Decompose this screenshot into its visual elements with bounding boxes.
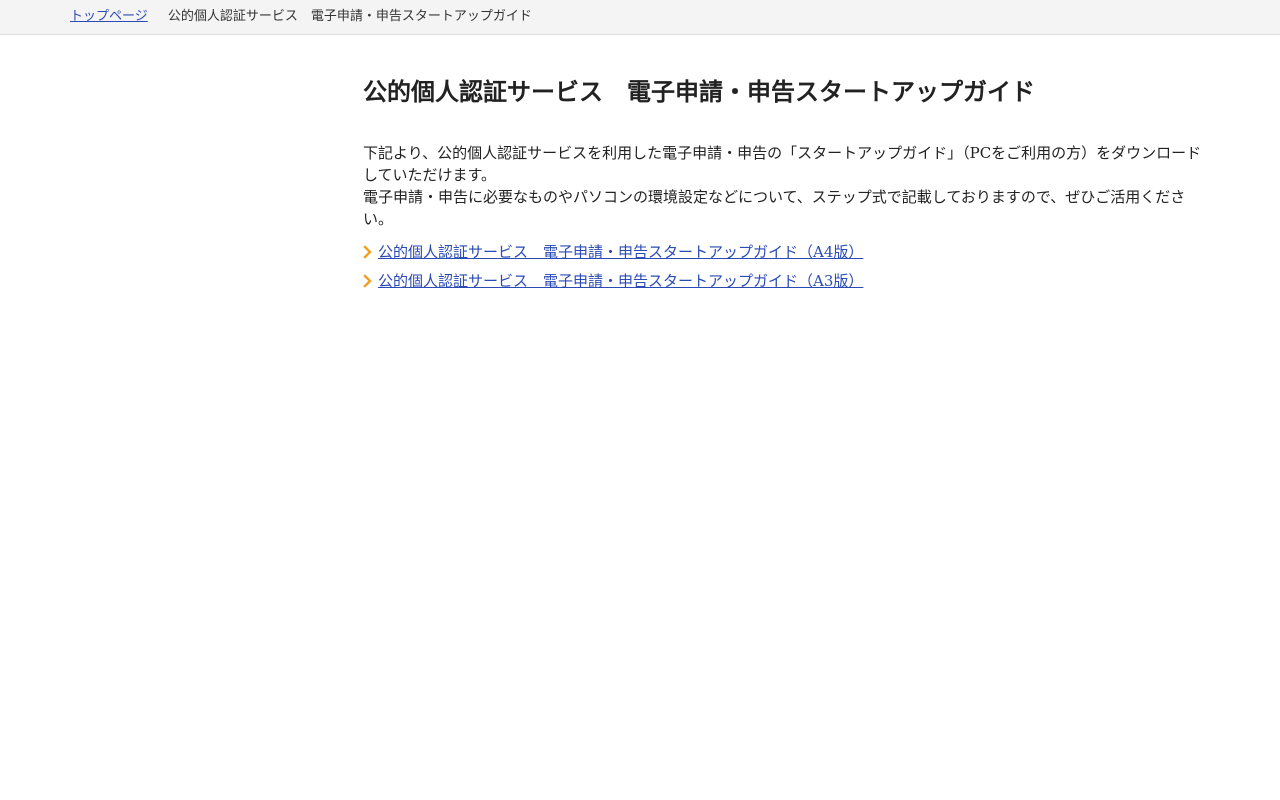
download-item-a3: 公的個人認証サービス 電子申請・申告スタートアップガイド（A3版） <box>363 271 1213 300</box>
chevron-right-icon <box>363 245 372 259</box>
breadcrumb-home-link[interactable]: トップページ <box>70 9 148 24</box>
breadcrumb-current: 公的個人認証サービス 電子申請・申告スタートアップガイド <box>167 9 532 24</box>
intro-text: 下記より、公的個人認証サービスを利用した電子申請・申告の「スタートアップガイド」… <box>363 142 1213 230</box>
download-link-a3[interactable]: 公的個人認証サービス 電子申請・申告スタートアップガイド（A3版） <box>378 272 863 290</box>
download-list: 公的個人認証サービス 電子申請・申告スタートアップガイド（A4版） 公的個人認証… <box>363 242 1213 300</box>
page-title: 公的個人認証サービス 電子申請・申告スタートアップガイド <box>363 78 1035 106</box>
breadcrumb: トップページ 公的個人認証サービス 電子申請・申告スタートアップガイド <box>70 8 532 26</box>
download-link-a4[interactable]: 公的個人認証サービス 電子申請・申告スタートアップガイド（A4版） <box>378 243 863 261</box>
download-item-a4: 公的個人認証サービス 電子申請・申告スタートアップガイド（A4版） <box>363 242 1213 271</box>
main-content: 公的個人認証サービス 電子申請・申告スタートアップガイド 下記より、公的個人認証… <box>363 72 1213 300</box>
intro-line-2: 電子申請・申告に必要なものやパソコンの環境設定などについて、ステップ式で記載して… <box>363 188 1186 228</box>
chevron-right-icon <box>363 274 372 288</box>
intro-line-1: 下記より、公的個人認証サービスを利用した電子申請・申告の「スタートアップガイド」… <box>363 144 1202 184</box>
breadcrumb-bar: トップページ 公的個人認証サービス 電子申請・申告スタートアップガイド <box>0 0 1280 35</box>
